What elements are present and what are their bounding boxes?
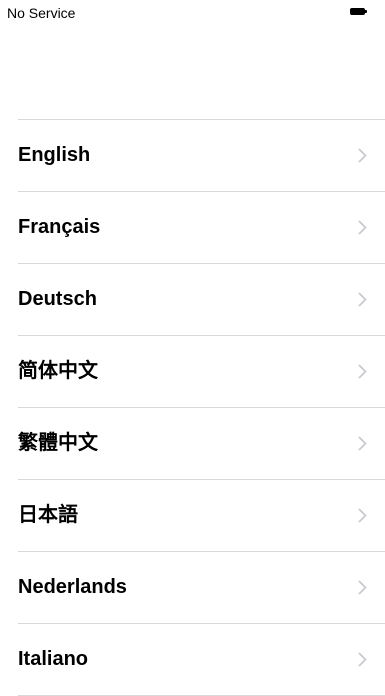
language-label: 简体中文 — [18, 360, 98, 382]
language-item-japanese[interactable]: 日本語 — [18, 480, 385, 552]
chevron-right-icon — [358, 436, 367, 451]
chevron-right-icon — [358, 364, 367, 379]
language-item-italian[interactable]: Italiano — [18, 624, 385, 696]
language-item-francais[interactable]: Français — [18, 192, 385, 264]
language-item-deutsch[interactable]: Deutsch — [18, 264, 385, 336]
language-label: Italiano — [18, 648, 89, 670]
chevron-right-icon — [358, 652, 367, 667]
battery-icon — [350, 8, 365, 15]
language-label: 繁體中文 — [18, 432, 98, 454]
chevron-right-icon — [358, 508, 367, 523]
language-item-traditional-chinese[interactable]: 繁體中文 — [18, 408, 385, 480]
language-item-dutch[interactable]: Nederlands — [18, 552, 385, 624]
language-label: 日本語 — [18, 504, 78, 526]
language-label: Français — [18, 216, 101, 238]
chevron-right-icon — [358, 148, 367, 163]
language-list: English Français Deutsch 简体中文 繁體中文 日本語 N… — [18, 119, 385, 696]
chevron-right-icon — [358, 220, 367, 235]
language-label: Nederlands — [18, 576, 127, 598]
status-bar: No Service — [0, 0, 385, 24]
carrier-label: No Service — [7, 5, 76, 21]
language-item-english[interactable]: English — [18, 120, 385, 192]
battery-tip — [365, 10, 367, 13]
language-item-simplified-chinese[interactable]: 简体中文 — [18, 336, 385, 408]
chevron-right-icon — [358, 292, 367, 307]
language-label: English — [18, 144, 91, 166]
language-label: Deutsch — [18, 288, 97, 310]
chevron-right-icon — [358, 580, 367, 595]
